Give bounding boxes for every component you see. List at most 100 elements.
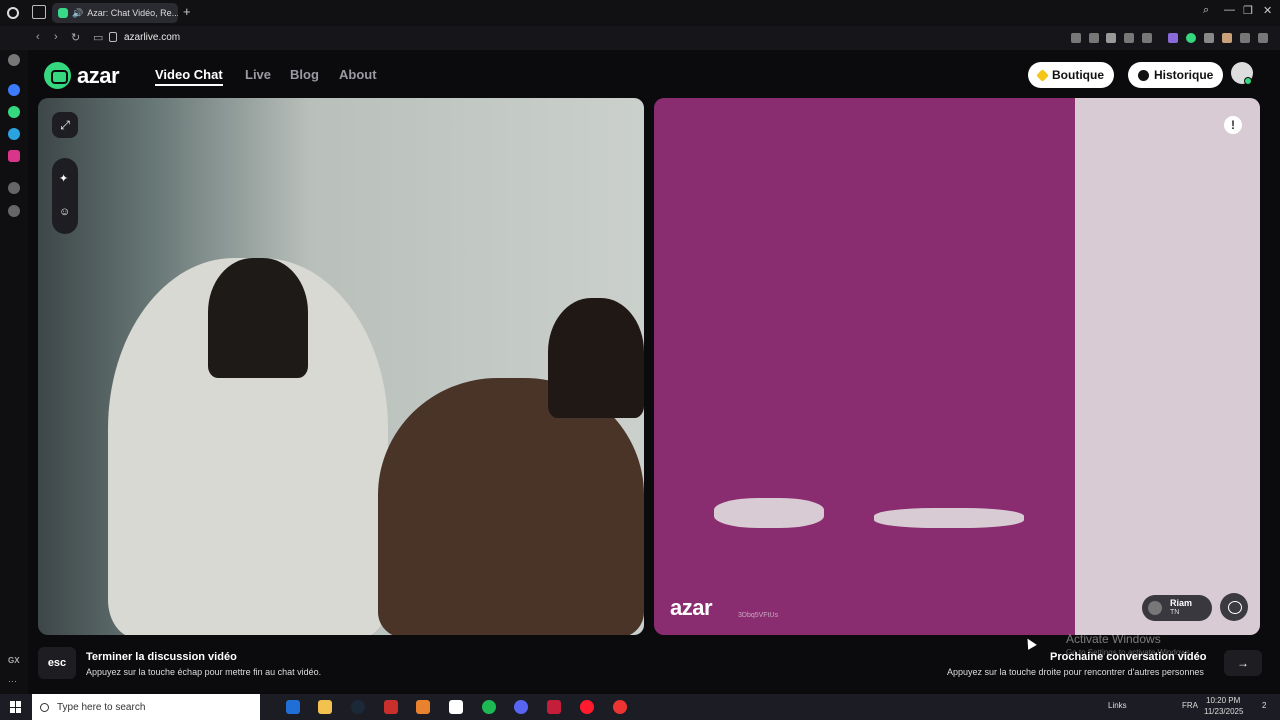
nav-about[interactable]: About [339,67,377,82]
tab-title: Azar: Chat Vidéo, Re... [87,8,178,18]
steam-icon[interactable] [351,700,365,714]
maximize-button[interactable]: ❐ [1243,4,1253,17]
person-right-head [548,298,644,418]
azar-logo-icon [44,62,71,89]
forward-button[interactable]: › [54,31,58,43]
mouse-cursor-icon [1023,636,1037,650]
tray-links[interactable]: Links [1108,701,1127,710]
home-icon[interactable] [8,54,20,66]
player-icon[interactable] [8,182,20,194]
partner-country: TN [1170,609,1180,616]
messenger-icon[interactable] [8,84,20,96]
sparkle-icon[interactable]: ✦ [59,172,71,185]
clock-time[interactable]: 10:20 PM [1206,696,1240,705]
telegram-icon[interactable] [8,128,20,140]
report-button[interactable]: ! [1224,116,1242,134]
browser-tab-bar: 🔊 Azar: Chat Vidéo, Re... + ⌕ — ❐ ✕ [0,0,1280,26]
menu-icon[interactable] [1258,33,1268,43]
wall-spot [874,508,1024,528]
lock-icon[interactable] [109,32,117,42]
clock-date[interactable]: 11/23/2025 [1204,707,1243,716]
session-id: 3Dbq5VFtUs [738,612,779,619]
play-icon[interactable] [1124,33,1134,43]
boutique-label: Boutique [1052,68,1104,82]
puzzle-icon[interactable] [1204,33,1214,43]
end-chat-title: Terminer la discussion vidéo [86,651,237,663]
browser-tab[interactable]: 🔊 Azar: Chat Vidéo, Re... [52,3,178,23]
heart-icon[interactable] [1142,33,1152,43]
partner-video: ! azar 3Dbq5VFtUs Riam TN [654,98,1260,635]
nav-video-chat[interactable]: Video Chat [155,67,223,86]
taskbar-search[interactable]: Type here to search [32,694,260,720]
next-chat-title: Prochaine conversation vidéo [1050,651,1207,663]
speaker-icon[interactable]: 🔊 [72,8,83,19]
browser-sidebar: GX ··· [0,50,28,694]
windows-start-icon[interactable] [10,701,22,713]
opera-gx-icon[interactable] [580,700,594,714]
settings-icon[interactable] [8,205,20,217]
online-status-dot [1244,77,1252,85]
partner-avatar [1148,601,1162,615]
gem-icon [1036,68,1049,82]
person-left-head [208,258,308,378]
minimize-button[interactable]: — [1224,4,1235,16]
search-placeholder: Type here to search [57,701,146,713]
historique-button[interactable]: Historique [1128,62,1224,88]
activate-windows-title: Activate Windows [1066,632,1161,646]
next-arrow-key[interactable]: → [1224,650,1262,676]
close-window-button[interactable]: ✕ [1263,4,1272,17]
reload-button[interactable]: ↻ [71,31,80,44]
app-icon-crimson[interactable] [547,700,561,714]
nav-live[interactable]: Live [245,67,271,82]
aria-icon[interactable] [1168,33,1178,43]
tray-language[interactable]: FRA [1182,701,1198,710]
tab-switcher-icon[interactable] [32,5,46,19]
search-tabs-icon[interactable]: ⌕ [1203,4,1209,17]
self-video: ⤢ ✦ ☺ [38,98,644,635]
back-button[interactable]: ‹ [36,31,40,43]
esc-key[interactable]: esc [38,647,76,679]
notification-badge[interactable]: 2 [1262,701,1266,710]
extension-icon[interactable] [1186,33,1196,43]
azar-logo-text: azar [77,62,120,88]
wall-background [1075,98,1260,635]
partner-name: Riam [1170,598,1193,608]
azar-logo[interactable]: azar [44,62,120,89]
whatsapp-icon[interactable] [8,106,20,118]
azar-favicon-icon [58,8,68,18]
profile-icon[interactable] [1222,33,1232,43]
spotify-icon[interactable] [482,700,496,714]
nav-blog[interactable]: Blog [290,67,319,82]
snapshot-icon[interactable]: ▭ [93,31,103,44]
app-icon-redblack[interactable] [613,700,627,714]
url-field[interactable]: azarlive.com [124,32,180,43]
shield-icon[interactable] [1106,33,1116,43]
discord-icon[interactable] [514,700,528,714]
fullscreen-button[interactable]: ⤢ [52,112,78,138]
app-icon-orange[interactable] [416,700,430,714]
more-icon[interactable]: ··· [8,676,17,686]
chat-button[interactable] [1220,593,1248,621]
effects-toolbar: ✦ ☺ [52,158,78,234]
pin-icon[interactable] [1071,33,1081,43]
file-explorer-icon[interactable] [318,700,332,714]
instagram-icon[interactable] [8,150,20,162]
opera-logo-icon[interactable] [0,0,26,26]
download-icon[interactable] [1240,33,1250,43]
azar-page: azar Video Chat Live Blog About Boutique… [28,50,1280,694]
calculator-app-icon[interactable] [286,700,300,714]
end-chat-subtitle: Appuyez sur la touche échap pour mettre … [86,667,322,677]
app-icon-red[interactable] [384,700,398,714]
face-filter-icon[interactable]: ☺ [59,206,71,218]
boutique-button[interactable]: Boutique [1028,62,1114,88]
historique-label: Historique [1154,68,1214,82]
camera-icon[interactable] [1089,33,1099,43]
next-chat-subtitle: Appuyez sur la touche droite pour rencon… [947,667,1204,677]
partner-badge[interactable]: Riam TN [1142,595,1212,621]
new-tab-button[interactable]: + [183,4,191,19]
capcut-icon[interactable] [449,700,463,714]
gx-icon[interactable]: GX [8,656,20,665]
wall-spot [714,498,824,528]
address-bar: ‹ › ↻ ▭ azarlive.com [0,26,1280,50]
clock-icon [1138,69,1149,81]
